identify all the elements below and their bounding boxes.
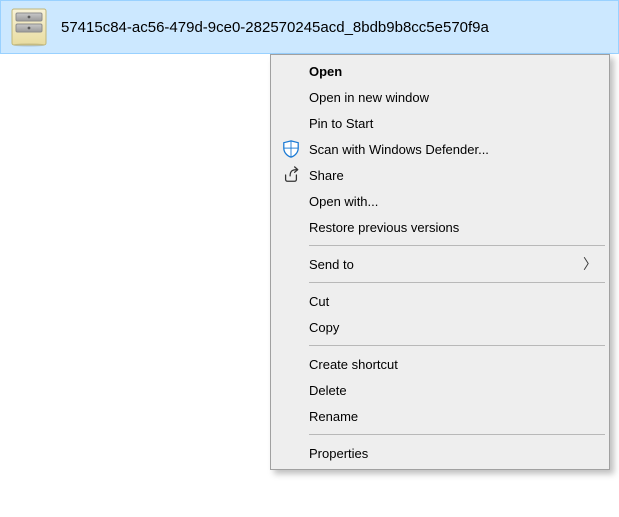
menu-rename[interactable]: Rename (273, 403, 607, 429)
menu-label: Cut (309, 294, 597, 309)
menu-label: Restore previous versions (309, 220, 597, 235)
menu-open-new-window[interactable]: Open in new window (273, 84, 607, 110)
menu-restore-previous[interactable]: Restore previous versions (273, 214, 607, 240)
menu-share[interactable]: Share (273, 162, 607, 188)
file-item[interactable]: 57415c84-ac56-479d-9ce0-282570245acd_8bd… (0, 0, 619, 54)
menu-open-with[interactable]: Open with... (273, 188, 607, 214)
menu-label: Create shortcut (309, 357, 597, 372)
menu-label: Send to (309, 257, 583, 272)
menu-label: Properties (309, 446, 597, 461)
menu-send-to[interactable]: Send to 〉 (273, 251, 607, 277)
menu-separator (309, 245, 605, 246)
menu-label: Scan with Windows Defender... (309, 142, 597, 157)
menu-open[interactable]: Open (273, 58, 607, 84)
menu-create-shortcut[interactable]: Create shortcut (273, 351, 607, 377)
menu-separator (309, 282, 605, 283)
menu-scan-defender[interactable]: Scan with Windows Defender... (273, 136, 607, 162)
cab-file-icon (7, 5, 51, 49)
menu-separator (309, 345, 605, 346)
menu-label: Open in new window (309, 90, 597, 105)
shield-defender-icon (273, 140, 309, 158)
menu-label: Rename (309, 409, 597, 424)
context-menu: Open Open in new window Pin to Start Sca… (270, 54, 610, 470)
menu-delete[interactable]: Delete (273, 377, 607, 403)
menu-label: Copy (309, 320, 597, 335)
menu-label: Open (309, 64, 597, 79)
chevron-right-icon: 〉 (583, 254, 597, 274)
menu-properties[interactable]: Properties (273, 440, 607, 466)
menu-label: Delete (309, 383, 597, 398)
menu-copy[interactable]: Copy (273, 314, 607, 340)
menu-separator (309, 434, 605, 435)
file-name-label: 57415c84-ac56-479d-9ce0-282570245acd_8bd… (61, 19, 612, 36)
menu-cut[interactable]: Cut (273, 288, 607, 314)
share-icon (273, 166, 309, 184)
menu-pin-to-start[interactable]: Pin to Start (273, 110, 607, 136)
menu-label: Pin to Start (309, 116, 597, 131)
menu-label: Open with... (309, 194, 597, 209)
menu-label: Share (309, 168, 597, 183)
